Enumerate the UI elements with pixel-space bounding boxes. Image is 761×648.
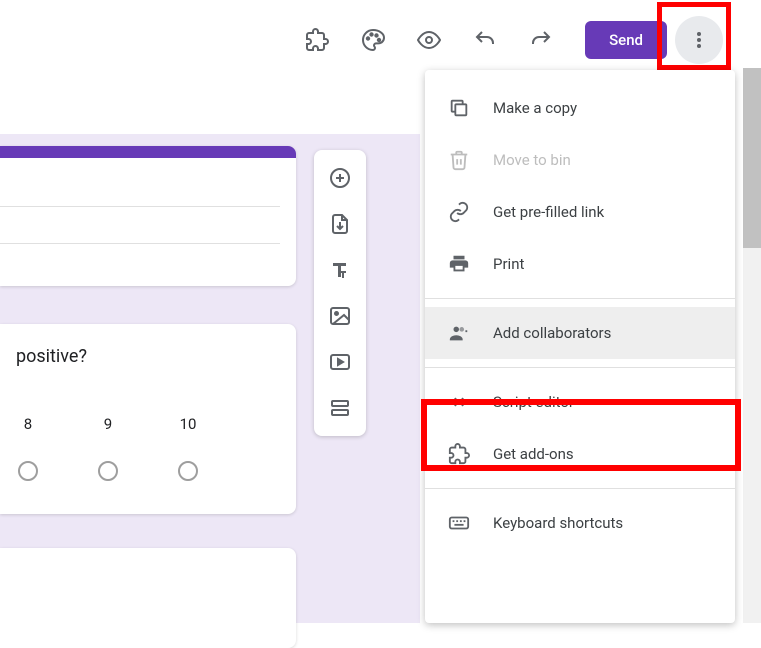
menu-label: Move to bin bbox=[493, 151, 571, 169]
code-icon bbox=[447, 390, 471, 414]
menu-label: Script editor bbox=[493, 393, 574, 411]
redo-icon[interactable] bbox=[517, 16, 565, 64]
menu-make-a-copy[interactable]: Make a copy bbox=[425, 82, 735, 134]
question-card[interactable]: positive? 8 9 10 bbox=[0, 324, 296, 514]
print-icon bbox=[447, 252, 471, 276]
scale-option[interactable]: 10 bbox=[178, 415, 198, 481]
scale-option[interactable]: 8 bbox=[18, 415, 38, 481]
more-button[interactable] bbox=[675, 16, 723, 64]
menu-add-collaborators[interactable]: Add collaborators bbox=[425, 307, 735, 359]
scrollbar-thumb[interactable] bbox=[743, 68, 761, 248]
scale-label: 9 bbox=[104, 415, 112, 433]
scale-label: 8 bbox=[24, 415, 32, 433]
menu-divider bbox=[425, 488, 735, 489]
menu-divider bbox=[425, 298, 735, 299]
menu-label: Add collaborators bbox=[493, 324, 611, 342]
top-action-bar: Send bbox=[0, 16, 761, 64]
menu-divider bbox=[425, 367, 735, 368]
copy-icon bbox=[447, 96, 471, 120]
menu-label: Make a copy bbox=[493, 99, 577, 117]
add-image-icon[interactable] bbox=[318, 294, 362, 338]
addons-icon[interactable] bbox=[293, 16, 341, 64]
collaborators-icon bbox=[447, 321, 471, 345]
menu-label: Get pre-filled link bbox=[493, 203, 604, 221]
add-title-icon[interactable] bbox=[318, 248, 362, 292]
menu-move-to-bin: Move to bin bbox=[425, 134, 735, 186]
question-text: positive? bbox=[16, 346, 280, 367]
scale-label: 10 bbox=[180, 415, 197, 433]
add-section-icon[interactable] bbox=[318, 386, 362, 430]
palette-icon[interactable] bbox=[349, 16, 397, 64]
link-icon bbox=[447, 200, 471, 224]
menu-get-addons[interactable]: Get add-ons bbox=[425, 428, 735, 480]
menu-script-editor[interactable]: Script editor bbox=[425, 376, 735, 428]
radio-icon[interactable] bbox=[18, 461, 38, 481]
form-card[interactable] bbox=[0, 548, 296, 648]
menu-label: Print bbox=[493, 255, 524, 273]
form-header-card[interactable] bbox=[0, 146, 296, 286]
menu-label: Get add-ons bbox=[493, 445, 574, 463]
trash-icon bbox=[447, 148, 471, 172]
add-video-icon[interactable] bbox=[318, 340, 362, 384]
send-button[interactable]: Send bbox=[585, 21, 667, 59]
radio-icon[interactable] bbox=[178, 461, 198, 481]
add-question-icon[interactable] bbox=[318, 156, 362, 200]
import-questions-icon[interactable] bbox=[318, 202, 362, 246]
menu-label: Keyboard shortcuts bbox=[493, 514, 623, 532]
floating-toolbar bbox=[314, 150, 366, 436]
menu-print[interactable]: Print bbox=[425, 238, 735, 290]
keyboard-icon bbox=[447, 511, 471, 535]
menu-keyboard-shortcuts[interactable]: Keyboard shortcuts bbox=[425, 497, 735, 549]
addons-icon bbox=[447, 442, 471, 466]
undo-icon[interactable] bbox=[461, 16, 509, 64]
linear-scale-row: 8 9 10 bbox=[16, 415, 280, 481]
radio-icon[interactable] bbox=[98, 461, 118, 481]
more-menu: Make a copy Move to bin Get pre-filled l… bbox=[425, 70, 735, 623]
menu-prefilled-link[interactable]: Get pre-filled link bbox=[425, 186, 735, 238]
scale-option[interactable]: 9 bbox=[98, 415, 118, 481]
form-accent-bar bbox=[0, 146, 296, 158]
preview-icon[interactable] bbox=[405, 16, 453, 64]
